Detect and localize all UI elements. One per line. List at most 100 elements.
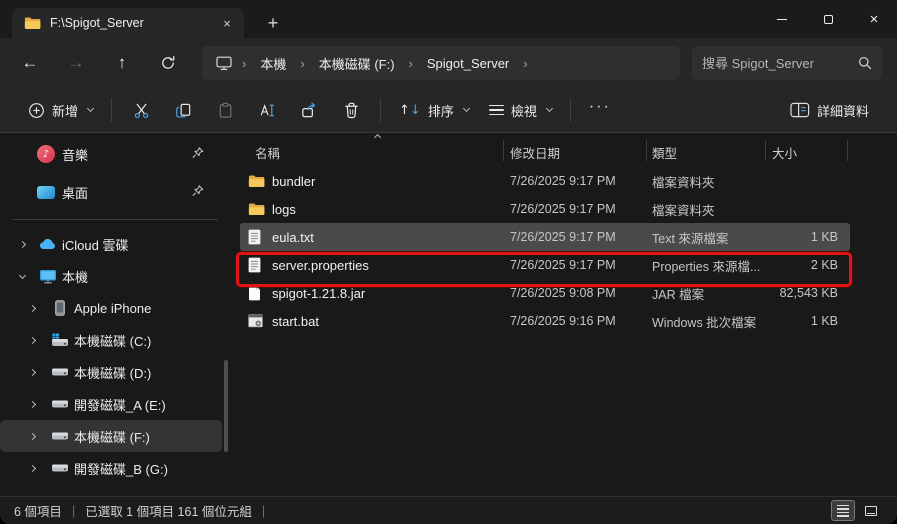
file-rows: bundler 7/26/2025 9:17 PM 檔案資料夾 logs 7/2… bbox=[230, 167, 897, 335]
tab-close-button[interactable]: × bbox=[216, 12, 238, 34]
sidebar-item-drive-e[interactable]: 開發磁碟_A (E:) bbox=[0, 388, 222, 420]
minimize-button[interactable] bbox=[759, 0, 805, 38]
details-pane-icon bbox=[790, 102, 810, 118]
refresh-button[interactable] bbox=[150, 45, 186, 81]
sidebar-item-music[interactable]: ♪ 音樂 bbox=[0, 135, 222, 173]
this-pc-crumb[interactable] bbox=[212, 56, 236, 71]
toolbar-divider bbox=[380, 98, 381, 122]
file-row-server-properties[interactable]: server.properties 7/26/2025 9:17 PM Prop… bbox=[240, 251, 850, 279]
file-row-spigot-jar[interactable]: spigot-1.21.8.jar 7/26/2025 9:08 PM JAR … bbox=[240, 279, 850, 307]
command-toolbar: 新增 ↑↓ 排序 檢視 bbox=[0, 88, 897, 133]
new-button[interactable]: 新增 bbox=[18, 92, 103, 128]
chevron-right-icon[interactable] bbox=[24, 460, 40, 476]
rename-icon bbox=[258, 101, 277, 120]
tab-title: F:\Spigot_Server bbox=[50, 16, 207, 30]
chevron-right-icon[interactable] bbox=[24, 428, 40, 444]
drive-windows-icon bbox=[50, 333, 70, 348]
chevron-right-icon[interactable] bbox=[14, 236, 30, 252]
chevron-right-icon[interactable] bbox=[24, 396, 40, 412]
monitor-icon bbox=[216, 56, 232, 71]
sidebar-item-this-pc[interactable]: 本機 bbox=[0, 260, 222, 292]
sidebar-item-drive-c[interactable]: 本機磁碟 (C:) bbox=[0, 324, 222, 356]
large-icons-view-button[interactable] bbox=[859, 500, 883, 521]
column-header-date[interactable]: 修改日期 bbox=[510, 143, 560, 162]
breadcrumb-spigot-server[interactable]: Spigot_Server bbox=[419, 53, 517, 74]
details-pane-label: 詳細資料 bbox=[817, 101, 869, 120]
icloud-icon bbox=[38, 238, 58, 250]
file-date: 7/26/2025 9:17 PM bbox=[510, 202, 652, 216]
cut-button[interactable] bbox=[120, 92, 162, 128]
sidebar-item-label: iCloud 雲碟 bbox=[62, 235, 128, 254]
sidebar-item-drive-f[interactable]: 本機磁碟 (F:) bbox=[0, 420, 222, 452]
file-row-bundler[interactable]: bundler 7/26/2025 9:17 PM 檔案資料夾 bbox=[240, 167, 850, 195]
breadcrumb-drive-f[interactable]: 本機磁碟 (F:) bbox=[311, 51, 403, 76]
forward-button[interactable]: → bbox=[58, 45, 94, 81]
sort-icon: ↑↓ bbox=[399, 103, 421, 118]
pin-icon[interactable] bbox=[192, 147, 204, 162]
details-view-icon bbox=[837, 505, 849, 517]
file-date: 7/26/2025 9:08 PM bbox=[510, 286, 652, 300]
sidebar-item-drive-d[interactable]: 本機磁碟 (D:) bbox=[0, 356, 222, 388]
breadcrumb-separator: › bbox=[240, 56, 248, 71]
sidebar-item-label: 本機磁碟 (D:) bbox=[74, 363, 151, 382]
maximize-button[interactable] bbox=[805, 0, 851, 38]
paste-button[interactable] bbox=[204, 92, 246, 128]
file-name: logs bbox=[272, 202, 510, 217]
text-file-icon bbox=[248, 229, 272, 245]
content-area: ♪ 音樂 桌面 iCloud 雲碟 本機 bbox=[0, 133, 897, 496]
sidebar-item-label: 開發磁碟_A (E:) bbox=[74, 395, 166, 414]
sidebar-item-icloud[interactable]: iCloud 雲碟 bbox=[0, 228, 222, 260]
file-row-start-bat[interactable]: start.bat 7/26/2025 9:16 PM Windows 批次檔案… bbox=[240, 307, 850, 335]
chevron-right-icon[interactable] bbox=[24, 332, 40, 348]
share-icon bbox=[300, 101, 319, 120]
up-button[interactable]: ↑ bbox=[104, 45, 140, 81]
file-size: 1 KB bbox=[775, 314, 838, 328]
more-options-button[interactable]: ··· bbox=[579, 92, 621, 128]
view-button[interactable]: 檢視 bbox=[479, 92, 562, 128]
file-row-logs[interactable]: logs 7/26/2025 9:17 PM 檔案資料夾 bbox=[240, 195, 850, 223]
details-pane-button[interactable]: 詳細資料 bbox=[780, 92, 879, 128]
selection-info: 已選取 1 個項目 161 個位元組 bbox=[85, 501, 252, 520]
column-header-size[interactable]: 大小 bbox=[772, 143, 797, 162]
close-button[interactable]: × bbox=[851, 0, 897, 38]
chevron-down-icon bbox=[463, 105, 470, 112]
column-divider[interactable] bbox=[847, 140, 848, 161]
details-view-button[interactable] bbox=[831, 500, 855, 521]
explorer-tab[interactable]: F:\Spigot_Server × bbox=[12, 8, 244, 38]
back-button[interactable]: ← bbox=[12, 45, 48, 81]
column-divider[interactable] bbox=[765, 140, 766, 161]
sidebar-scrollbar[interactable] bbox=[224, 360, 228, 452]
copy-button[interactable] bbox=[162, 92, 204, 128]
file-row-eula-txt[interactable]: eula.txt 7/26/2025 9:17 PM Text 來源檔案 1 K… bbox=[240, 223, 850, 251]
breadcrumb-this-pc[interactable]: 本機 bbox=[252, 51, 294, 76]
paste-icon bbox=[216, 101, 235, 120]
sidebar-item-apple-iphone[interactable]: Apple iPhone bbox=[0, 292, 222, 324]
window-controls: × bbox=[759, 0, 897, 38]
new-tab-button[interactable]: + bbox=[258, 9, 288, 37]
breadcrumb-separator: › bbox=[298, 56, 306, 71]
rename-button[interactable] bbox=[246, 92, 288, 128]
column-header-type[interactable]: 類型 bbox=[652, 143, 677, 162]
column-header-name[interactable]: 名稱 bbox=[255, 143, 280, 162]
sidebar-item-desktop[interactable]: 桌面 bbox=[0, 173, 222, 211]
sort-button[interactable]: ↑↓ 排序 bbox=[389, 92, 479, 128]
sidebar-item-drive-g[interactable]: 開發磁碟_B (G:) bbox=[0, 452, 222, 484]
chevron-down-icon bbox=[546, 105, 553, 112]
column-divider[interactable] bbox=[503, 140, 504, 161]
share-button[interactable] bbox=[288, 92, 330, 128]
column-divider[interactable] bbox=[646, 140, 647, 161]
search-box bbox=[692, 46, 882, 80]
sidebar-item-label: 本機磁碟 (F:) bbox=[74, 427, 150, 446]
sidebar-divider bbox=[12, 219, 218, 220]
file-name: bundler bbox=[272, 174, 510, 189]
chevron-down-icon[interactable] bbox=[14, 268, 30, 284]
chevron-right-icon[interactable] bbox=[24, 364, 40, 380]
copy-icon bbox=[174, 101, 193, 120]
close-icon: × bbox=[870, 12, 879, 27]
file-name: eula.txt bbox=[272, 230, 510, 245]
pin-icon[interactable] bbox=[192, 185, 204, 200]
search-input[interactable] bbox=[702, 56, 858, 71]
navigation-sidebar: ♪ 音樂 桌面 iCloud 雲碟 本機 bbox=[0, 133, 230, 496]
chevron-right-icon[interactable] bbox=[24, 300, 40, 316]
delete-button[interactable] bbox=[330, 92, 372, 128]
